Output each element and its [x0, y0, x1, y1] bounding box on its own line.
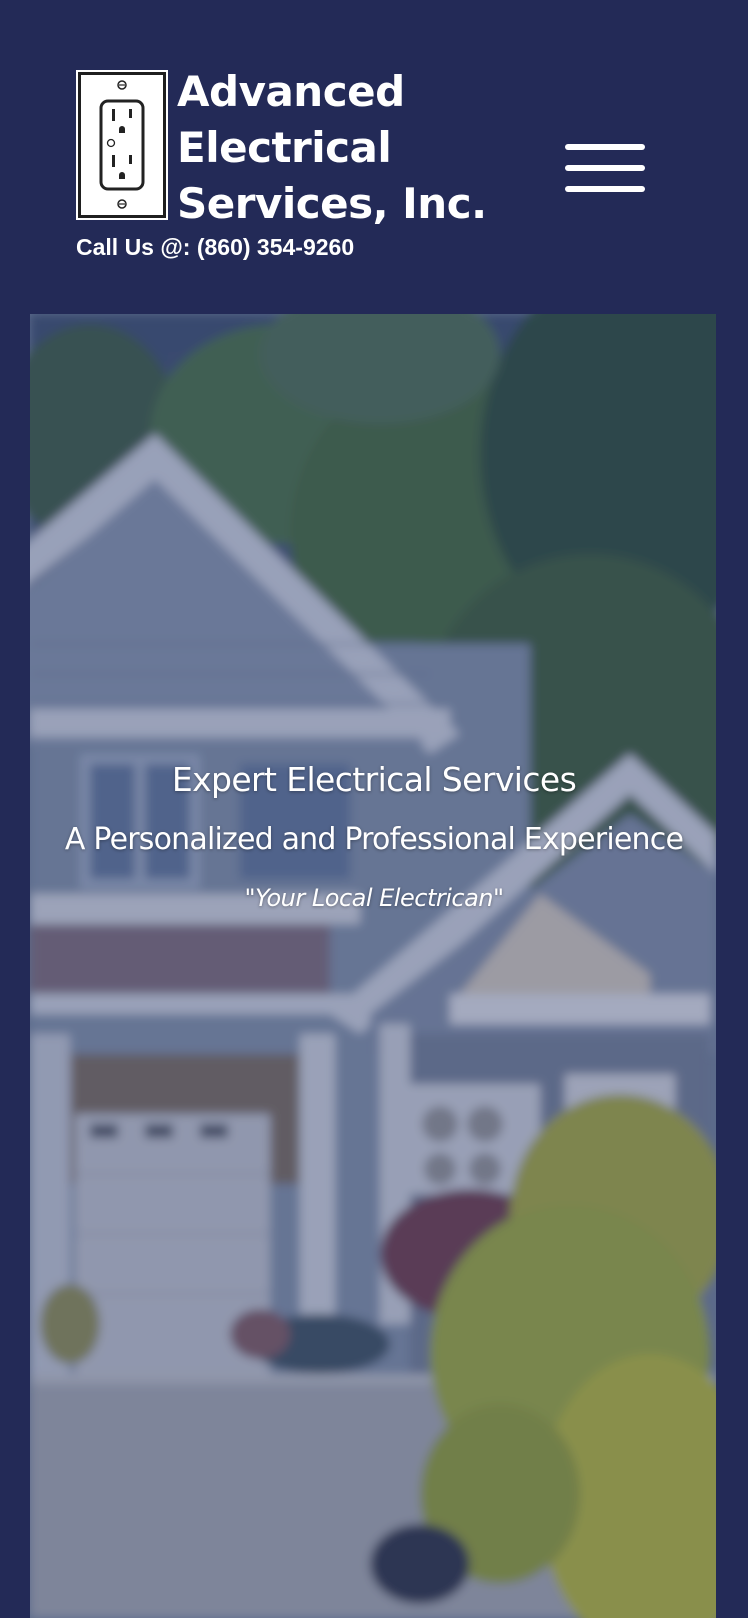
brand-name[interactable]: Advanced Electrical Services, Inc. — [177, 64, 487, 232]
brand-line-1: Advanced — [177, 67, 405, 116]
phone-link[interactable]: Call Us @: (860) 354-9260 — [76, 234, 354, 261]
site-header: Advanced Electrical Services, Inc. Call … — [0, 0, 748, 314]
logo-outlet-icon[interactable] — [76, 70, 168, 220]
hamburger-menu-icon[interactable] — [563, 140, 647, 196]
hero-subheadline: A Personalized and Professional Experien… — [64, 822, 684, 857]
hero-tagline: "Your Local Electrican" — [244, 884, 504, 912]
brand-line-3: Services, Inc. — [177, 179, 487, 228]
hero-banner: Expert Electrical Services A Personalize… — [30, 314, 716, 1618]
hero-house-image — [30, 314, 716, 1618]
brand-line-2: Electrical — [177, 123, 392, 172]
hero-headline: Expert Electrical Services — [171, 760, 577, 799]
